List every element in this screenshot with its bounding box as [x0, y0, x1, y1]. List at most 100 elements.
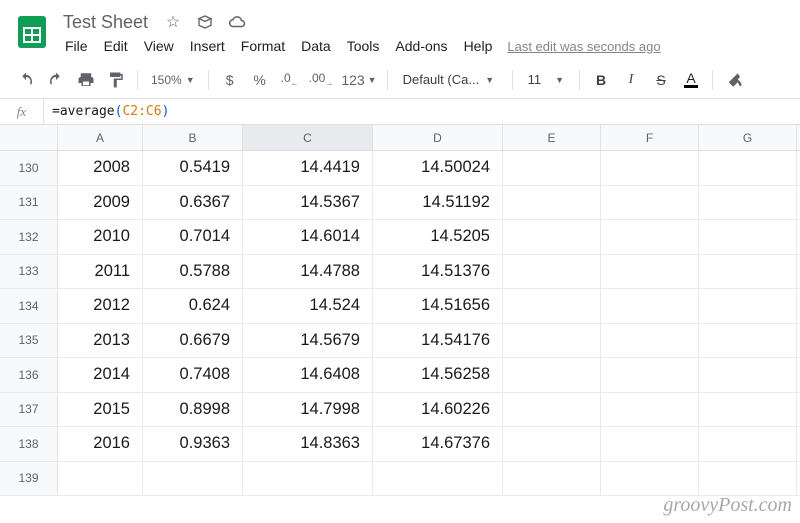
last-edit-link[interactable]: Last edit was seconds ago — [507, 39, 660, 54]
cell[interactable]: 14.4419 — [243, 151, 373, 185]
cell[interactable]: 2013 — [58, 324, 143, 358]
row-header[interactable]: 131 — [0, 186, 58, 220]
cell[interactable] — [699, 462, 797, 496]
star-icon[interactable]: ☆ — [163, 12, 183, 32]
cell[interactable]: 14.51656 — [373, 289, 503, 323]
cell[interactable]: 0.7014 — [143, 220, 243, 254]
column-header-B[interactable]: B — [143, 125, 243, 150]
row-header[interactable]: 139 — [0, 462, 58, 496]
menu-addons[interactable]: Add-ons — [388, 35, 454, 57]
cell[interactable] — [699, 393, 797, 427]
cell[interactable]: 0.5788 — [143, 255, 243, 289]
cell[interactable]: 14.50024 — [373, 151, 503, 185]
column-header-D[interactable]: D — [373, 125, 503, 150]
cell[interactable] — [601, 255, 699, 289]
font-select[interactable]: Default (Ca...▼ — [395, 72, 505, 87]
cell[interactable] — [243, 462, 373, 496]
cell[interactable]: 14.51376 — [373, 255, 503, 289]
cell[interactable] — [503, 393, 601, 427]
row-header[interactable]: 136 — [0, 358, 58, 392]
menu-format[interactable]: Format — [234, 35, 292, 57]
move-icon[interactable] — [195, 12, 215, 32]
cell[interactable]: 2011 — [58, 255, 143, 289]
cell[interactable]: 2012 — [58, 289, 143, 323]
cell[interactable]: 14.524 — [243, 289, 373, 323]
menu-view[interactable]: View — [137, 35, 181, 57]
cell[interactable]: 0.6367 — [143, 186, 243, 220]
cell[interactable] — [699, 220, 797, 254]
cell[interactable] — [503, 358, 601, 392]
redo-button[interactable] — [42, 66, 70, 94]
zoom-select[interactable]: 150%▼ — [145, 73, 201, 87]
column-header-A[interactable]: A — [58, 125, 143, 150]
undo-button[interactable] — [12, 66, 40, 94]
cell[interactable]: 0.8998 — [143, 393, 243, 427]
cell[interactable]: 14.5679 — [243, 324, 373, 358]
document-title[interactable]: Test Sheet — [58, 10, 153, 35]
cell[interactable] — [503, 220, 601, 254]
cell[interactable] — [699, 358, 797, 392]
cell[interactable] — [503, 151, 601, 185]
cell[interactable]: 2009 — [58, 186, 143, 220]
cell[interactable]: 14.6014 — [243, 220, 373, 254]
cell[interactable] — [699, 289, 797, 323]
cell[interactable]: 14.8363 — [243, 427, 373, 461]
print-button[interactable] — [72, 66, 100, 94]
column-header-F[interactable]: F — [601, 125, 699, 150]
cell[interactable] — [503, 289, 601, 323]
cell[interactable]: 14.51192 — [373, 186, 503, 220]
cell[interactable] — [503, 186, 601, 220]
column-header-C[interactable]: C — [243, 125, 373, 150]
italic-button[interactable]: I — [617, 66, 645, 94]
strikethrough-button[interactable]: S — [647, 66, 675, 94]
row-header[interactable]: 135 — [0, 324, 58, 358]
sheets-logo-icon[interactable] — [12, 12, 52, 52]
cell[interactable]: 0.9363 — [143, 427, 243, 461]
cell[interactable] — [601, 427, 699, 461]
cell[interactable] — [373, 462, 503, 496]
decrease-decimal-button[interactable]: .0← — [276, 66, 304, 94]
column-header-E[interactable]: E — [503, 125, 601, 150]
format-percent-button[interactable]: % — [246, 66, 274, 94]
cell[interactable]: 14.7998 — [243, 393, 373, 427]
cell[interactable] — [601, 151, 699, 185]
cell[interactable] — [601, 324, 699, 358]
menu-edit[interactable]: Edit — [97, 35, 135, 57]
cell[interactable] — [503, 427, 601, 461]
row-header[interactable]: 130 — [0, 151, 58, 185]
cell[interactable]: 2010 — [58, 220, 143, 254]
menu-insert[interactable]: Insert — [183, 35, 232, 57]
more-formats-button[interactable]: 123▼ — [338, 66, 379, 94]
cell[interactable]: 2015 — [58, 393, 143, 427]
cell[interactable] — [601, 186, 699, 220]
menu-help[interactable]: Help — [457, 35, 500, 57]
fill-color-button[interactable] — [720, 66, 748, 94]
cloud-status-icon[interactable] — [227, 12, 247, 32]
row-header[interactable]: 138 — [0, 427, 58, 461]
cell[interactable]: 14.54176 — [373, 324, 503, 358]
cell[interactable]: 14.5367 — [243, 186, 373, 220]
cell[interactable] — [699, 427, 797, 461]
formula-input[interactable]: =average(C2:C6) — [44, 104, 169, 119]
text-color-button[interactable]: A — [677, 66, 705, 94]
cell[interactable] — [503, 324, 601, 358]
column-header-G[interactable]: G — [699, 125, 797, 150]
menu-data[interactable]: Data — [294, 35, 338, 57]
spreadsheet-grid[interactable]: ABCDEFG 13020080.541914.441914.500241312… — [0, 125, 800, 496]
cell[interactable] — [503, 255, 601, 289]
cell[interactable]: 14.4788 — [243, 255, 373, 289]
cell[interactable]: 2014 — [58, 358, 143, 392]
cell[interactable]: 0.7408 — [143, 358, 243, 392]
cell[interactable]: 14.60226 — [373, 393, 503, 427]
font-size-select[interactable]: 11▼ — [520, 72, 572, 87]
bold-button[interactable]: B — [587, 66, 615, 94]
cell[interactable]: 0.624 — [143, 289, 243, 323]
cell[interactable]: 2016 — [58, 427, 143, 461]
row-header[interactable]: 132 — [0, 220, 58, 254]
cell[interactable] — [58, 462, 143, 496]
cell[interactable] — [699, 255, 797, 289]
cell[interactable] — [601, 462, 699, 496]
cell[interactable] — [503, 462, 601, 496]
format-currency-button[interactable]: $ — [216, 66, 244, 94]
cell[interactable]: 14.56258 — [373, 358, 503, 392]
